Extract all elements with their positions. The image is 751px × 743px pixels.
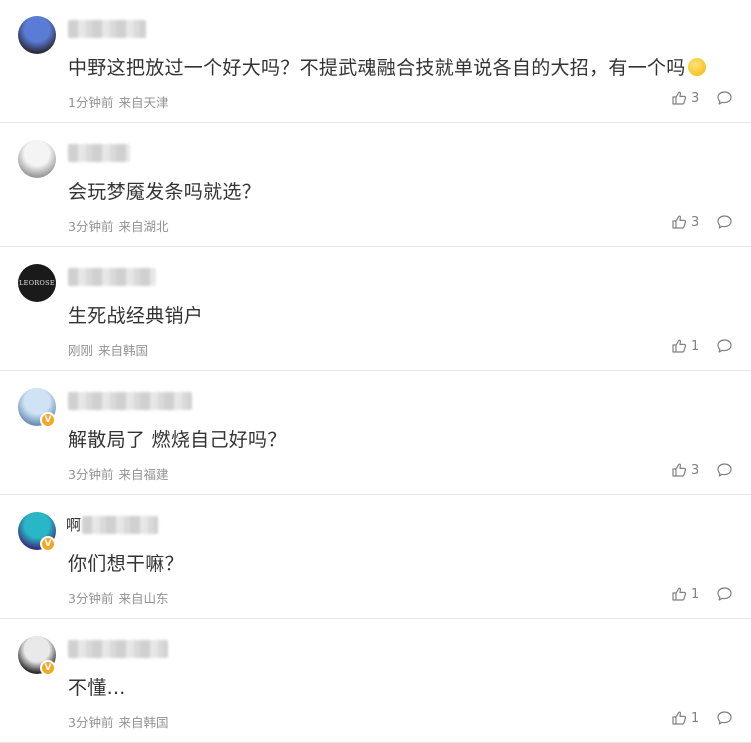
- like-button[interactable]: 3: [671, 214, 699, 230]
- thumbs-up-icon: [672, 587, 687, 601]
- comment-list: 中野这把放过一个好大吗？不提武魂融合技就单说各自的大招，有一个吗 1分钟前 来自天津…: [0, 0, 751, 743]
- comment-text-content: 生死战经典销户: [68, 305, 204, 327]
- comment-location: 来自韩国: [118, 715, 169, 730]
- like-button[interactable]: 1: [671, 338, 699, 354]
- like-count: 1: [691, 586, 700, 602]
- comment-time: 3分钟前: [68, 715, 114, 730]
- comment-time: 刚刚: [68, 343, 94, 358]
- username-prefix[interactable]: 啊: [66, 514, 81, 535]
- username-blurred[interactable]: [82, 516, 158, 534]
- comment-text: 不懂...: [68, 673, 126, 700]
- comment-meta: 3分钟前 来自韩国: [68, 712, 168, 731]
- reply-button[interactable]: [716, 90, 733, 110]
- emoji-icon: [687, 58, 706, 76]
- comment-text-content: 不懂...: [68, 677, 126, 699]
- comment-text: 解散局了 燃烧自己好吗？: [68, 425, 287, 452]
- comment-meta: 3分钟前 来自湖北: [68, 216, 168, 235]
- like-count: 3: [691, 214, 700, 230]
- comment-text: 中野这把放过一个好大吗？不提武魂融合技就单说各自的大招，有一个吗: [68, 53, 706, 80]
- comment-bubble-icon: [717, 339, 732, 353]
- comment-meta: 刚刚 来自韩国: [68, 340, 148, 359]
- like-count: 3: [691, 90, 700, 106]
- comment-bubble-icon: [717, 91, 732, 105]
- comment-item: 中野这把放过一个好大吗？不提武魂融合技就单说各自的大招，有一个吗 1分钟前 来自天津…: [0, 0, 751, 123]
- comment-text: 生死战经典销户: [68, 301, 203, 328]
- like-button[interactable]: 3: [671, 90, 699, 106]
- comment-meta: 1分钟前 来自天津: [68, 92, 168, 111]
- comment-time: 3分钟前: [68, 591, 114, 606]
- comment-time: 3分钟前: [68, 467, 114, 482]
- thumbs-up-icon: [672, 711, 687, 725]
- comment-meta: 3分钟前 来自福建: [68, 464, 168, 483]
- comment-bubble-icon: [717, 711, 732, 725]
- comment-text-content: 会玩梦魇发条吗就选？: [68, 181, 262, 203]
- username-blurred[interactable]: [68, 392, 192, 410]
- comment-location: 来自天津: [118, 95, 169, 110]
- comment-meta: 3分钟前 来自山东: [68, 588, 168, 607]
- comment-text-content: 解散局了 燃烧自己好吗？: [68, 429, 287, 451]
- avatar[interactable]: LEOROSE: [18, 264, 56, 302]
- avatar[interactable]: [18, 140, 56, 178]
- reply-button[interactable]: [716, 214, 733, 234]
- comment-bubble-icon: [717, 587, 732, 601]
- username-blurred[interactable]: [68, 640, 168, 658]
- comment-location: 来自福建: [118, 467, 169, 482]
- comment-bubble-icon: [717, 215, 732, 229]
- like-count: 1: [691, 710, 700, 726]
- comment-item: V 啊你们想干嘛？ 3分钟前 来自山东 1: [0, 496, 751, 619]
- comment-location: 来自山东: [118, 591, 169, 606]
- comment-bubble-icon: [717, 463, 732, 477]
- comment-text: 你们想干嘛？: [68, 549, 184, 576]
- like-count: 3: [691, 462, 700, 478]
- like-button[interactable]: 1: [671, 710, 699, 726]
- verified-badge-icon: V: [40, 536, 56, 552]
- like-count: 1: [691, 338, 700, 354]
- thumbs-up-icon: [672, 463, 687, 477]
- comment-item: V 解散局了 燃烧自己好吗？ 3分钟前 来自福建 3: [0, 372, 751, 495]
- thumbs-up-icon: [672, 91, 687, 105]
- comment-item: V 不懂... 3分钟前 来自韩国 1: [0, 620, 751, 743]
- like-button[interactable]: 3: [671, 462, 699, 478]
- username-blurred[interactable]: [68, 20, 146, 38]
- avatar-logo-text: LEOROSE: [19, 279, 55, 287]
- comment-location: 来自湖北: [118, 219, 169, 234]
- reply-button[interactable]: [716, 710, 733, 730]
- comment-item: LEOROSE 生死战经典销户 刚刚 来自韩国 1: [0, 248, 751, 371]
- avatar[interactable]: [18, 16, 56, 54]
- comment-text: 会玩梦魇发条吗就选？: [68, 177, 261, 204]
- reply-button[interactable]: [716, 586, 733, 606]
- comment-time: 3分钟前: [68, 219, 114, 234]
- comment-item: 会玩梦魇发条吗就选？ 3分钟前 来自湖北 3: [0, 124, 751, 247]
- username-blurred[interactable]: [68, 144, 130, 162]
- verified-badge-icon: V: [40, 660, 56, 676]
- thumbs-up-icon: [672, 215, 687, 229]
- comment-location: 来自韩国: [98, 343, 149, 358]
- reply-button[interactable]: [716, 462, 733, 482]
- comment-text-content: 中野这把放过一个好大吗？不提武魂融合技就单说各自的大招，有一个吗: [68, 57, 686, 79]
- comment-text-content: 你们想干嘛？: [68, 553, 184, 575]
- comment-time: 1分钟前: [68, 95, 114, 110]
- like-button[interactable]: 1: [671, 586, 699, 602]
- thumbs-up-icon: [672, 339, 687, 353]
- verified-badge-icon: V: [40, 412, 56, 428]
- username-blurred[interactable]: [68, 268, 156, 286]
- reply-button[interactable]: [716, 338, 733, 358]
